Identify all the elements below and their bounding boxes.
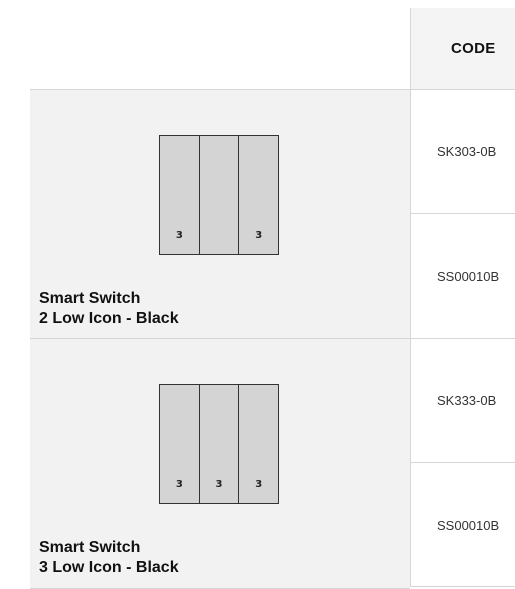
product-row-2: 3 3 3 Smart Switch 3 Low Icon - Black xyxy=(30,338,410,589)
product-name-line1: Smart Switch xyxy=(39,290,141,307)
key-label: 3 xyxy=(175,230,183,241)
product-name: Smart Switch 3 Low Icon - Black xyxy=(39,538,179,578)
key-label: 3 xyxy=(255,230,263,241)
product-code: SK333-0B xyxy=(411,339,515,463)
product-name-line1: Smart Switch xyxy=(39,539,141,556)
switch-key: 3 xyxy=(160,136,200,254)
key-label: 3 xyxy=(215,479,223,490)
product-code-table: CODE 3 3 Smart Switch 2 Low Icon - Black… xyxy=(0,0,515,589)
header-empty-cell xyxy=(30,8,410,89)
switch-key xyxy=(199,136,240,254)
switch-illustration: 3 3 xyxy=(159,135,279,255)
switch-key: 3 xyxy=(160,385,200,503)
product-code: SS00010B xyxy=(437,518,500,533)
product-name-line2: 3 Low Icon - Black xyxy=(39,559,179,576)
key-label: 3 xyxy=(175,479,183,490)
switch-illustration: 3 3 3 xyxy=(159,384,279,504)
code-column-header: CODE xyxy=(410,8,515,89)
switch-key: 3 xyxy=(239,136,279,254)
product-code: SK303-0B xyxy=(411,90,515,214)
product-code: SS00010B xyxy=(437,269,500,284)
key-label: 3 xyxy=(255,479,263,490)
product-name-line2: 2 Low Icon - Black xyxy=(39,310,179,327)
product-name: Smart Switch 2 Low Icon - Black xyxy=(39,289,179,329)
product-codes-1: SK303-0B SS00010B xyxy=(410,89,515,338)
switch-key: 3 xyxy=(199,385,240,503)
product-row-1: 3 3 Smart Switch 2 Low Icon - Black xyxy=(30,89,410,339)
switch-key: 3 xyxy=(239,385,279,503)
product-codes-2: SK333-0B SS00010B xyxy=(410,338,515,587)
